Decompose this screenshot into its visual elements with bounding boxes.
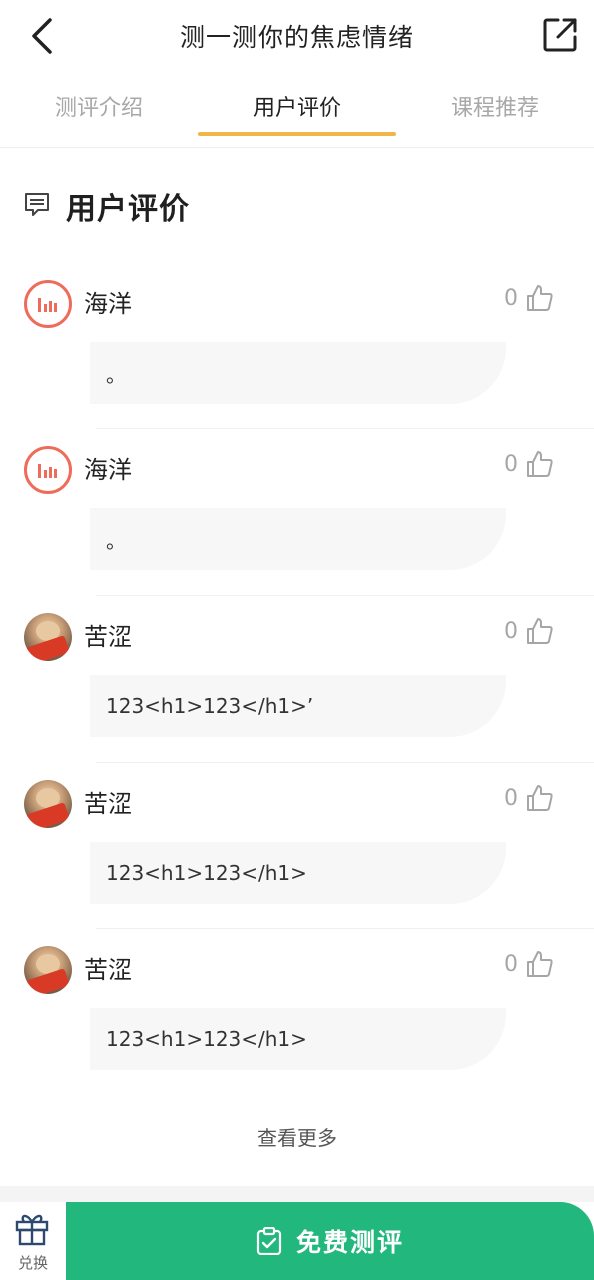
- thumbs-up-icon[interactable]: [526, 450, 554, 478]
- tab-reviews[interactable]: 用户评价: [198, 90, 396, 122]
- active-tab-indicator: [198, 132, 396, 136]
- like-count: 0: [504, 452, 518, 477]
- comment-text: 。: [90, 342, 506, 404]
- brand-logo-icon: [38, 298, 57, 312]
- like-count: 0: [504, 786, 518, 811]
- like-count: 0: [504, 286, 518, 311]
- like-count: 0: [504, 619, 518, 644]
- redeem-button[interactable]: 兑换: [0, 1202, 66, 1280]
- thumbs-up-icon[interactable]: [526, 784, 554, 812]
- tab-courses[interactable]: 课程推荐: [396, 90, 594, 122]
- section-title: 用户评价: [66, 192, 190, 227]
- top-bar: 测一测你的焦虑情绪: [0, 0, 594, 72]
- thumbs-up-icon[interactable]: [526, 617, 554, 645]
- tab-intro[interactable]: 测评介绍: [0, 90, 198, 122]
- comment-item: 苦涩 0 123<h1>123</h1>: [0, 928, 594, 1094]
- avatar[interactable]: [24, 613, 72, 661]
- avatar[interactable]: [24, 446, 72, 494]
- bottom-bar: 兑换 免费测评: [0, 1202, 594, 1280]
- comment-text: 。: [90, 508, 506, 570]
- external-link-icon: [543, 18, 577, 52]
- divider: [0, 1186, 594, 1202]
- divider: [96, 928, 594, 929]
- avatar[interactable]: [24, 280, 72, 328]
- comment-text: 123<h1>123</h1>: [90, 1008, 506, 1070]
- comment-item: 海洋 0 。: [0, 428, 594, 594]
- username: 海洋: [84, 290, 132, 318]
- gift-icon: [15, 1214, 49, 1246]
- divider: [96, 595, 594, 596]
- username: 海洋: [84, 456, 132, 484]
- tab-bar: 测评介绍 用户评价 课程推荐: [0, 72, 594, 148]
- comment-item: 苦涩 0 123<h1>123</h1>’: [0, 595, 594, 761]
- free-assessment-button[interactable]: 免费测评: [66, 1202, 594, 1280]
- username: 苦涩: [84, 790, 132, 818]
- section-header: 用户评价: [0, 170, 594, 240]
- comment-item: 苦涩 0 123<h1>123</h1>: [0, 762, 594, 928]
- brand-logo-icon: [38, 464, 57, 478]
- thumbs-up-icon[interactable]: [526, 950, 554, 978]
- username: 苦涩: [84, 956, 132, 984]
- divider: [96, 762, 594, 763]
- comment-item: 海洋 0 。: [0, 262, 594, 428]
- username: 苦涩: [84, 623, 132, 651]
- message-icon: [25, 193, 49, 216]
- cta-label: 免费测评: [295, 1228, 404, 1257]
- divider: [96, 428, 594, 429]
- thumbs-up-icon[interactable]: [526, 284, 554, 312]
- comment-text: 123<h1>123</h1>: [90, 842, 506, 904]
- share-button[interactable]: [540, 14, 580, 56]
- avatar[interactable]: [24, 946, 72, 994]
- clipboard-check-icon: [256, 1227, 282, 1255]
- view-more-link[interactable]: 查看更多: [0, 1122, 594, 1151]
- avatar[interactable]: [24, 780, 72, 828]
- like-count: 0: [504, 952, 518, 977]
- comment-text: 123<h1>123</h1>’: [90, 675, 506, 737]
- page-title: 测一测你的焦虑情绪: [179, 23, 414, 52]
- redeem-label: 兑换: [17, 1254, 48, 1272]
